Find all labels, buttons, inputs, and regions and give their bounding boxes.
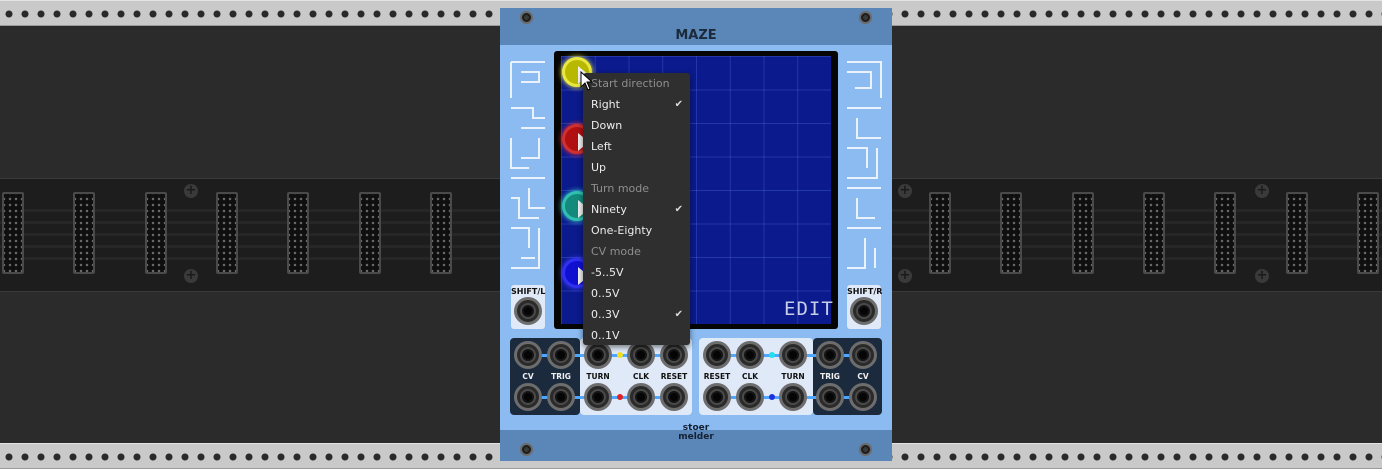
screw-icon xyxy=(520,11,533,24)
clk-input-jack-3[interactable] xyxy=(736,341,764,369)
menu-item-right[interactable]: Right ✔ xyxy=(591,94,683,115)
trig-output-jack-2[interactable] xyxy=(547,383,575,411)
context-menu[interactable]: Start direction Right ✔ Down Left Up Turn… xyxy=(583,73,690,345)
clk-label-right: CLK xyxy=(741,372,759,381)
shift-left-jack[interactable] xyxy=(514,297,542,325)
mouse-pointer-icon xyxy=(580,71,594,91)
menu-item-left[interactable]: Left xyxy=(591,136,683,157)
shift-right-label: SHIFT/R xyxy=(847,287,883,296)
header-connector xyxy=(1286,192,1308,274)
header-connector xyxy=(1357,192,1379,274)
plus-icon: + xyxy=(898,183,912,198)
screw-icon xyxy=(520,443,533,456)
trig-output-jack-1[interactable] xyxy=(547,341,575,369)
header-connector xyxy=(145,192,167,274)
cv-input-jack-2[interactable] xyxy=(514,383,542,411)
menu-item-0-3v[interactable]: 0..3V ✔ xyxy=(591,304,683,325)
screw-icon xyxy=(859,443,872,456)
header-connector xyxy=(1143,192,1165,274)
cv-input-jack-3[interactable] xyxy=(849,341,877,369)
menu-header-turn-mode: Turn mode xyxy=(591,182,650,195)
header-connector xyxy=(1214,192,1236,274)
trig-output-jack-4[interactable] xyxy=(816,383,844,411)
shift-left-panel: SHIFT/L xyxy=(511,285,545,329)
menu-item-up[interactable]: Up xyxy=(591,157,683,178)
red-led xyxy=(617,394,623,400)
menu-item-ninety[interactable]: Ninety ✔ xyxy=(591,199,683,220)
header-connector xyxy=(359,192,381,274)
plus-icon: + xyxy=(184,268,198,283)
reset-input-jack-2[interactable] xyxy=(660,383,688,411)
maze-decoration-left xyxy=(510,61,545,269)
header-connector xyxy=(216,192,238,274)
header-connector xyxy=(287,192,309,274)
header-connector xyxy=(430,192,452,274)
maze-decoration-right xyxy=(847,61,882,269)
turn-label-right: TURN xyxy=(781,372,805,381)
logo-line-2: melder xyxy=(678,432,714,442)
turn-input-jack-2[interactable] xyxy=(584,383,612,411)
check-icon: ✔ xyxy=(674,204,683,215)
trig-output-jack-3[interactable] xyxy=(816,341,844,369)
clk-input-jack-4[interactable] xyxy=(736,383,764,411)
blue-led xyxy=(769,394,775,400)
header-connector xyxy=(929,192,951,274)
menu-header-start-direction: Start direction xyxy=(591,77,670,90)
cv-label-right: CV xyxy=(857,372,869,381)
plus-icon: + xyxy=(1255,183,1269,198)
menu-header-cv-mode: CV mode xyxy=(591,245,641,258)
menu-item-one-eighty[interactable]: One-Eighty xyxy=(591,220,683,241)
check-icon: ✔ xyxy=(674,309,683,320)
clk-input-jack-2[interactable] xyxy=(627,383,655,411)
shift-right-jack[interactable] xyxy=(850,297,878,325)
header-connector xyxy=(73,192,95,274)
header-connector xyxy=(1072,192,1094,274)
cyan-led xyxy=(769,352,775,358)
header-connector xyxy=(2,192,24,274)
turn-label-left: TURN xyxy=(586,372,610,381)
turn-input-jack-4[interactable] xyxy=(779,383,807,411)
header-connector xyxy=(1000,192,1022,274)
cv-input-jack-4[interactable] xyxy=(849,383,877,411)
brand-logo: stoer melder xyxy=(660,424,732,442)
plus-icon: + xyxy=(1255,268,1269,283)
plus-icon: + xyxy=(898,268,912,283)
screw-icon xyxy=(859,11,872,24)
edit-mode-label: EDIT xyxy=(784,298,834,320)
check-icon: ✔ xyxy=(674,99,683,110)
trig-label-left: TRIG xyxy=(551,372,571,381)
plus-icon: + xyxy=(184,183,198,198)
turn-input-jack-3[interactable] xyxy=(779,341,807,369)
shift-left-label: SHIFT/L xyxy=(511,287,546,296)
menu-item-minus5-5v[interactable]: -5..5V xyxy=(591,262,683,283)
reset-input-jack-3[interactable] xyxy=(703,341,731,369)
background-module-right xyxy=(892,178,1382,292)
yellow-led xyxy=(617,352,623,358)
cv-input-jack-1[interactable] xyxy=(514,341,542,369)
menu-item-down[interactable]: Down xyxy=(591,115,683,136)
reset-label-left: RESET xyxy=(660,372,688,381)
menu-item-0-1v[interactable]: 0..1V xyxy=(591,325,683,346)
reset-input-jack-4[interactable] xyxy=(703,383,731,411)
module-title: MAZE xyxy=(675,28,717,43)
menu-item-0-5v[interactable]: 0..5V xyxy=(591,283,683,304)
shift-right-panel: SHIFT/R xyxy=(847,285,883,329)
